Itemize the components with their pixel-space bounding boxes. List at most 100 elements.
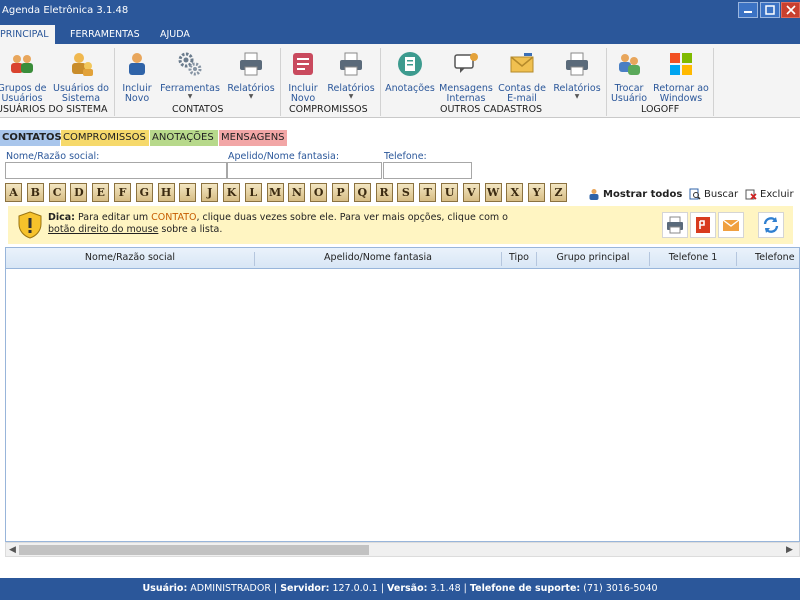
letter-tile-o[interactable]: O: [310, 183, 328, 202]
group-label-logoff: LOGOFF: [641, 104, 680, 115]
scroll-right-icon[interactable]: ▶: [786, 543, 793, 557]
close-button[interactable]: [781, 2, 800, 18]
excluir-label: Excluir: [760, 188, 794, 200]
letter-tile-d[interactable]: D: [70, 183, 88, 202]
letter-tile-r[interactable]: R: [375, 183, 393, 202]
mensagens-internas-button[interactable]: Mensagens Internas: [438, 50, 494, 104]
contacts-table[interactable]: Nome/Razão social Apelido/Nome fantasia …: [5, 247, 800, 542]
warning-shield-icon: [18, 211, 42, 239]
contas-email-button[interactable]: Contas de E-mail: [496, 50, 548, 104]
letter-tile-h[interactable]: H: [157, 183, 175, 202]
export-envelope-button[interactable]: [718, 212, 744, 238]
anotacoes-button[interactable]: Anotações: [384, 50, 436, 94]
scrollbar-thumb[interactable]: [19, 545, 369, 555]
letter-tile-m[interactable]: M: [266, 183, 284, 202]
minimize-button[interactable]: [738, 2, 758, 18]
envelope-icon: [722, 219, 740, 231]
tab-anotacoes[interactable]: ANOTAÇÕES: [150, 130, 218, 146]
trocar-usuario-button[interactable]: Trocar Usuário: [609, 50, 649, 104]
tab-ferramentas[interactable]: FERRAMENTAS: [64, 25, 146, 44]
letter-tile-b[interactable]: B: [26, 183, 44, 202]
letter-tile-u[interactable]: U: [441, 183, 458, 202]
buscar-button[interactable]: Buscar: [689, 188, 738, 200]
letter-tile-a[interactable]: A: [5, 183, 22, 202]
letter-tile-k[interactable]: K: [223, 183, 240, 202]
maximize-button[interactable]: [760, 2, 780, 18]
ribbon-separator: [114, 48, 115, 116]
refresh-button[interactable]: [758, 212, 784, 238]
letter-tile-y[interactable]: Y: [528, 183, 546, 202]
tip-contato: CONTATO: [151, 212, 197, 223]
incluir-compromisso-label-2: Novo: [290, 93, 316, 104]
telefone-field[interactable]: [383, 162, 472, 179]
column-telefone-2[interactable]: Telefone: [737, 252, 799, 263]
chat-icon: [454, 53, 478, 73]
letter-tile-t[interactable]: T: [419, 183, 437, 202]
letter-tile-i[interactable]: I: [179, 183, 197, 202]
letter-tile-l[interactable]: L: [244, 183, 262, 202]
column-tipo[interactable]: Tipo: [502, 252, 536, 263]
chevron-down-icon: ▼: [574, 93, 580, 100]
letter-tile-x[interactable]: X: [506, 183, 524, 202]
printer-icon: [240, 52, 262, 76]
excluir-button[interactable]: Excluir: [745, 188, 794, 200]
tab-principal[interactable]: PRINCIPAL: [0, 25, 55, 44]
tab-contatos[interactable]: CONTATOS: [0, 130, 62, 146]
tip-part-1: Para editar um: [74, 212, 152, 223]
anotacoes-label: Anotações: [385, 83, 435, 94]
tab-ajuda[interactable]: AJUDA: [154, 25, 196, 44]
column-nome[interactable]: Nome/Razão social: [6, 252, 254, 263]
ferramentas-button[interactable]: Ferramentas ▼: [158, 50, 222, 100]
tab-compromissos[interactable]: COMPROMISSOS: [61, 130, 149, 146]
search-icon: [689, 188, 701, 200]
letter-tile-f[interactable]: F: [114, 183, 131, 202]
chevron-down-icon: ▼: [348, 93, 354, 100]
maximize-icon: [765, 5, 775, 15]
mensagens-label-2: Internas: [446, 93, 486, 104]
group-label-sistema: USUÁRIOS DO SISTEMA: [0, 104, 108, 115]
incluir-contato-button[interactable]: Incluir Novo: [118, 50, 156, 104]
letter-tile-c[interactable]: C: [48, 183, 66, 202]
letter-tile-q[interactable]: Q: [353, 183, 371, 202]
incluir-contato-label-2: Novo: [124, 93, 150, 104]
usuarios-sistema-button[interactable]: Usuários do Sistema: [52, 50, 110, 104]
add-contact-icon: [129, 53, 145, 75]
tip-part-3: sobre a lista.: [158, 224, 223, 235]
status-bar: Usuário: ADMINISTRADOR | Servidor: 127.0…: [0, 578, 800, 600]
print-list-button[interactable]: [662, 212, 688, 238]
letter-tile-e[interactable]: E: [92, 183, 110, 202]
printer-icon: [667, 216, 683, 234]
relatorios-outros-button[interactable]: Relatórios ▼: [550, 50, 604, 100]
email-icon: [510, 53, 534, 73]
letter-tile-s[interactable]: S: [397, 183, 415, 202]
export-pdf-button[interactable]: [690, 212, 716, 238]
grupos-usuarios-button[interactable]: Grupos de Usuários: [0, 50, 48, 104]
column-apelido[interactable]: Apelido/Nome fantasia: [255, 252, 501, 263]
letter-tile-p[interactable]: P: [332, 183, 349, 202]
mostrar-todos-button[interactable]: Mostrar todos: [588, 188, 682, 200]
letter-tile-n[interactable]: N: [288, 183, 306, 202]
add-appointment-icon: [293, 53, 313, 75]
retornar-windows-button[interactable]: Retornar ao Windows: [651, 50, 711, 104]
letter-tile-z[interactable]: Z: [550, 183, 567, 202]
relatorios-contatos-button[interactable]: Relatórios ▼: [224, 50, 278, 100]
column-grupo[interactable]: Grupo principal: [537, 252, 649, 263]
printer-icon: [566, 52, 588, 76]
scroll-left-icon[interactable]: ◀: [9, 543, 16, 557]
letter-tile-v[interactable]: V: [462, 183, 480, 202]
ribbon-separator: [713, 48, 714, 116]
status-servidor-label: Servidor:: [280, 583, 330, 594]
pdf-icon: [696, 217, 710, 233]
mostrar-todos-label: Mostrar todos: [603, 188, 683, 200]
apelido-field[interactable]: [227, 162, 382, 179]
tab-mensagens[interactable]: MENSAGENS: [219, 130, 287, 146]
letter-tile-w[interactable]: W: [484, 183, 502, 202]
letter-tile-j[interactable]: J: [201, 183, 219, 202]
contas-label-2: E-mail: [507, 93, 537, 104]
relatorios-compromissos-button[interactable]: Relatórios ▼: [324, 50, 378, 100]
column-telefone-1[interactable]: Telefone 1: [650, 252, 736, 263]
letter-tile-g[interactable]: G: [135, 183, 153, 202]
nome-field[interactable]: [5, 162, 227, 179]
incluir-compromisso-button[interactable]: Incluir Novo: [284, 50, 322, 104]
horizontal-scrollbar[interactable]: ◀ ▶: [5, 542, 800, 557]
